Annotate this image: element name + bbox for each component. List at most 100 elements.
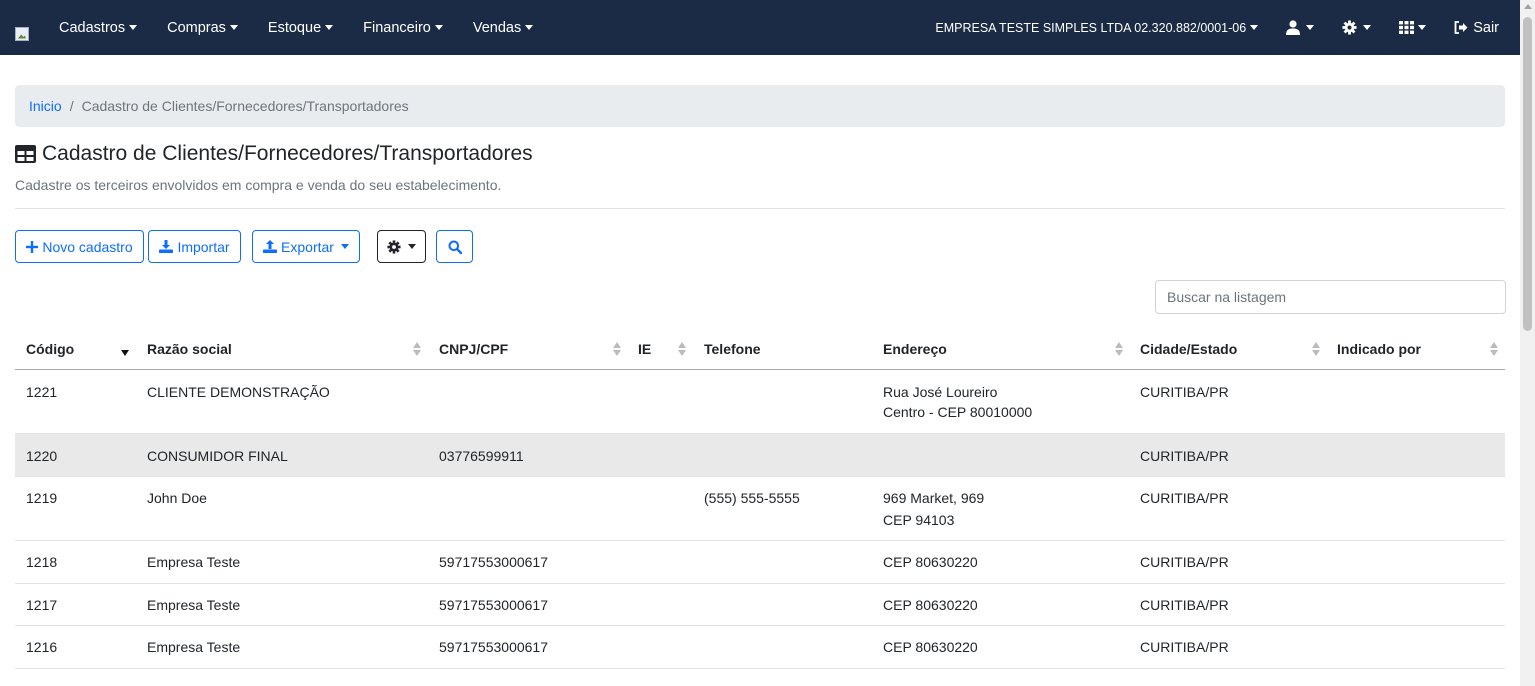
column-header-indicado-por[interactable]: Indicado por [1337, 341, 1421, 357]
cell-razao-social: Empresa Teste [147, 554, 241, 570]
cell-razao-social: John Doe [147, 490, 207, 506]
sort-icon[interactable] [678, 341, 687, 357]
sort-icon[interactable] [413, 341, 422, 357]
gear-icon [387, 239, 401, 254]
caret-down-icon [1306, 25, 1315, 30]
caret-down-icon [340, 244, 349, 249]
column-header-ie[interactable]: IE [638, 341, 651, 357]
export-label: Exportar [281, 238, 334, 255]
broken-image-icon [15, 26, 29, 41]
settings-menu[interactable] [1342, 20, 1372, 35]
cell-razao-social: Empresa Teste [147, 597, 241, 613]
navbar-right: EMPRESA TESTE SIMPLES LTDA 02.320.882/00… [935, 0, 1520, 55]
search-button[interactable] [436, 230, 473, 263]
cell-razao-social: Empresa Teste [147, 639, 241, 655]
top-navbar: Cadastros Compras Estoque Financeiro Ven… [0, 0, 1520, 55]
column-header-codigo[interactable]: Código [26, 341, 74, 357]
nav-menu-label: Estoque [267, 19, 322, 36]
gear-icon [1342, 20, 1357, 35]
cell-cnpj-cpf: 59717553000617 [439, 597, 549, 613]
column-header-razao-social[interactable]: Razão social [147, 341, 232, 357]
cell-telefone: (555) 555-5555 [704, 490, 800, 506]
cell-cidade-estado: CURITIBA/PR [1140, 490, 1229, 506]
caret-down-icon [408, 244, 416, 249]
user-menu[interactable] [1286, 20, 1315, 35]
logout-button[interactable]: Sair [1454, 20, 1499, 36]
export-button[interactable]: Exportar [252, 230, 360, 263]
nav-menu-vendas[interactable]: Vendas [472, 19, 534, 36]
cell-cidade-estado: CURITIBA/PR [1140, 448, 1229, 464]
table-row[interactable]: 1221 CLIENTE DEMONSTRAÇÃO Rua José Loure… [15, 370, 1505, 434]
settings-dropdown-button[interactable] [377, 230, 426, 263]
nav-menu-compras[interactable]: Compras [167, 20, 238, 36]
cell-razao-social: CONSUMIDOR FINAL [147, 448, 288, 464]
cell-codigo: 1217 [26, 597, 58, 613]
cell-codigo: 1221 [26, 384, 58, 400]
new-record-label: Novo cadastro [42, 238, 133, 255]
page-title-text: Cadastro de Clientes/Fornecedores/Transp… [42, 142, 533, 165]
caret-down-icon [525, 25, 534, 30]
nav-menu-financeiro[interactable]: Financeiro [363, 20, 443, 36]
cell-cidade-estado: CURITIBA/PR [1140, 639, 1229, 655]
cell-cidade-estado: CURITIBA/PR [1140, 554, 1229, 570]
search-input[interactable] [1155, 280, 1506, 314]
caret-down-icon [1418, 25, 1427, 30]
sign-out-icon [1454, 21, 1468, 34]
nav-menu-label: Financeiro [363, 19, 431, 36]
caret-down-icon [1250, 25, 1259, 30]
scroll-up-arrow-icon[interactable] [1524, 4, 1532, 9]
table-row[interactable]: 1219 John Doe (555) 555-5555 969 Market,… [15, 477, 1505, 541]
scrollbar-thumb[interactable] [1523, 17, 1532, 331]
table-header: Código Razão social CNPJ/CPF IE Telefone… [15, 328, 1505, 370]
page-scrollbar[interactable] [1520, 0, 1535, 686]
import-label: Importar [177, 238, 230, 255]
download-icon [159, 240, 174, 253]
cell-endereco-line1: CEP 80630220 [883, 639, 978, 655]
table-icon [15, 145, 36, 163]
nav-menu-label: Vendas [472, 19, 522, 36]
sort-desc-icon[interactable] [121, 341, 130, 357]
import-button[interactable]: Importar [148, 230, 241, 263]
caret-down-icon [229, 25, 238, 30]
logout-label: Sair [1473, 19, 1499, 36]
breadcrumb-separator: / [69, 98, 74, 114]
column-header-endereco[interactable]: Endereço [883, 341, 947, 357]
sort-icon[interactable] [1490, 341, 1499, 357]
company-selector[interactable]: EMPRESA TESTE SIMPLES LTDA 02.320.882/00… [935, 20, 1259, 35]
caret-down-icon [325, 25, 334, 30]
nav-menu-cadastros[interactable]: Cadastros [59, 19, 138, 36]
sort-icon[interactable] [1115, 341, 1124, 357]
cell-razao-social: CLIENTE DEMONSTRAÇÃO [147, 384, 330, 400]
cell-endereco-line1: CEP 80630220 [883, 554, 978, 570]
plus-icon [26, 240, 39, 253]
table-row[interactable]: 1216 Empresa Teste 59717553000617 CEP 80… [15, 626, 1505, 669]
nav-menu-estoque[interactable]: Estoque [267, 19, 334, 36]
apps-menu[interactable] [1399, 21, 1427, 34]
sort-icon[interactable] [1312, 341, 1321, 357]
column-header-cnpj-cpf[interactable]: CNPJ/CPF [439, 341, 508, 357]
new-record-button[interactable]: Novo cadastro [15, 230, 144, 263]
cell-cnpj-cpf: 03776599911 [439, 448, 524, 464]
nav-menu-label: Cadastros [59, 19, 126, 36]
brand-logo[interactable] [15, 20, 31, 41]
breadcrumb-current: Cadastro de Clientes/Fornecedores/Transp… [81, 98, 409, 114]
cell-endereco-line1: CEP 80630220 [883, 597, 978, 613]
column-header-cidade-estado[interactable]: Cidade/Estado [1140, 341, 1237, 357]
column-header-telefone[interactable]: Telefone [704, 341, 761, 357]
table-row[interactable]: 1218 Empresa Teste 59717553000617 CEP 80… [15, 541, 1505, 584]
company-name: EMPRESA TESTE SIMPLES LTDA 02.320.882/00… [935, 20, 1247, 35]
nav-menu-label: Compras [167, 19, 226, 36]
caret-down-icon [434, 25, 443, 30]
cell-endereco-line2: Centro - CEP 80010000 [883, 404, 1033, 420]
search-icon [448, 240, 462, 254]
sort-icon[interactable] [613, 341, 622, 357]
divider [15, 208, 1505, 209]
cell-codigo: 1219 [26, 490, 58, 506]
cell-endereco-line2: CEP 94103 [883, 512, 955, 528]
breadcrumb-home-link[interactable]: Inicio [29, 98, 62, 114]
table-row[interactable]: 1217 Empresa Teste 59717553000617 CEP 80… [15, 584, 1505, 626]
user-icon [1286, 20, 1301, 35]
cell-cnpj-cpf: 59717553000617 [439, 639, 549, 655]
table-row[interactable]: 1220 CONSUMIDOR FINAL 03776599911 CURITI… [15, 434, 1505, 477]
page-title: Cadastro de Clientes/Fornecedores/Transp… [15, 142, 533, 166]
